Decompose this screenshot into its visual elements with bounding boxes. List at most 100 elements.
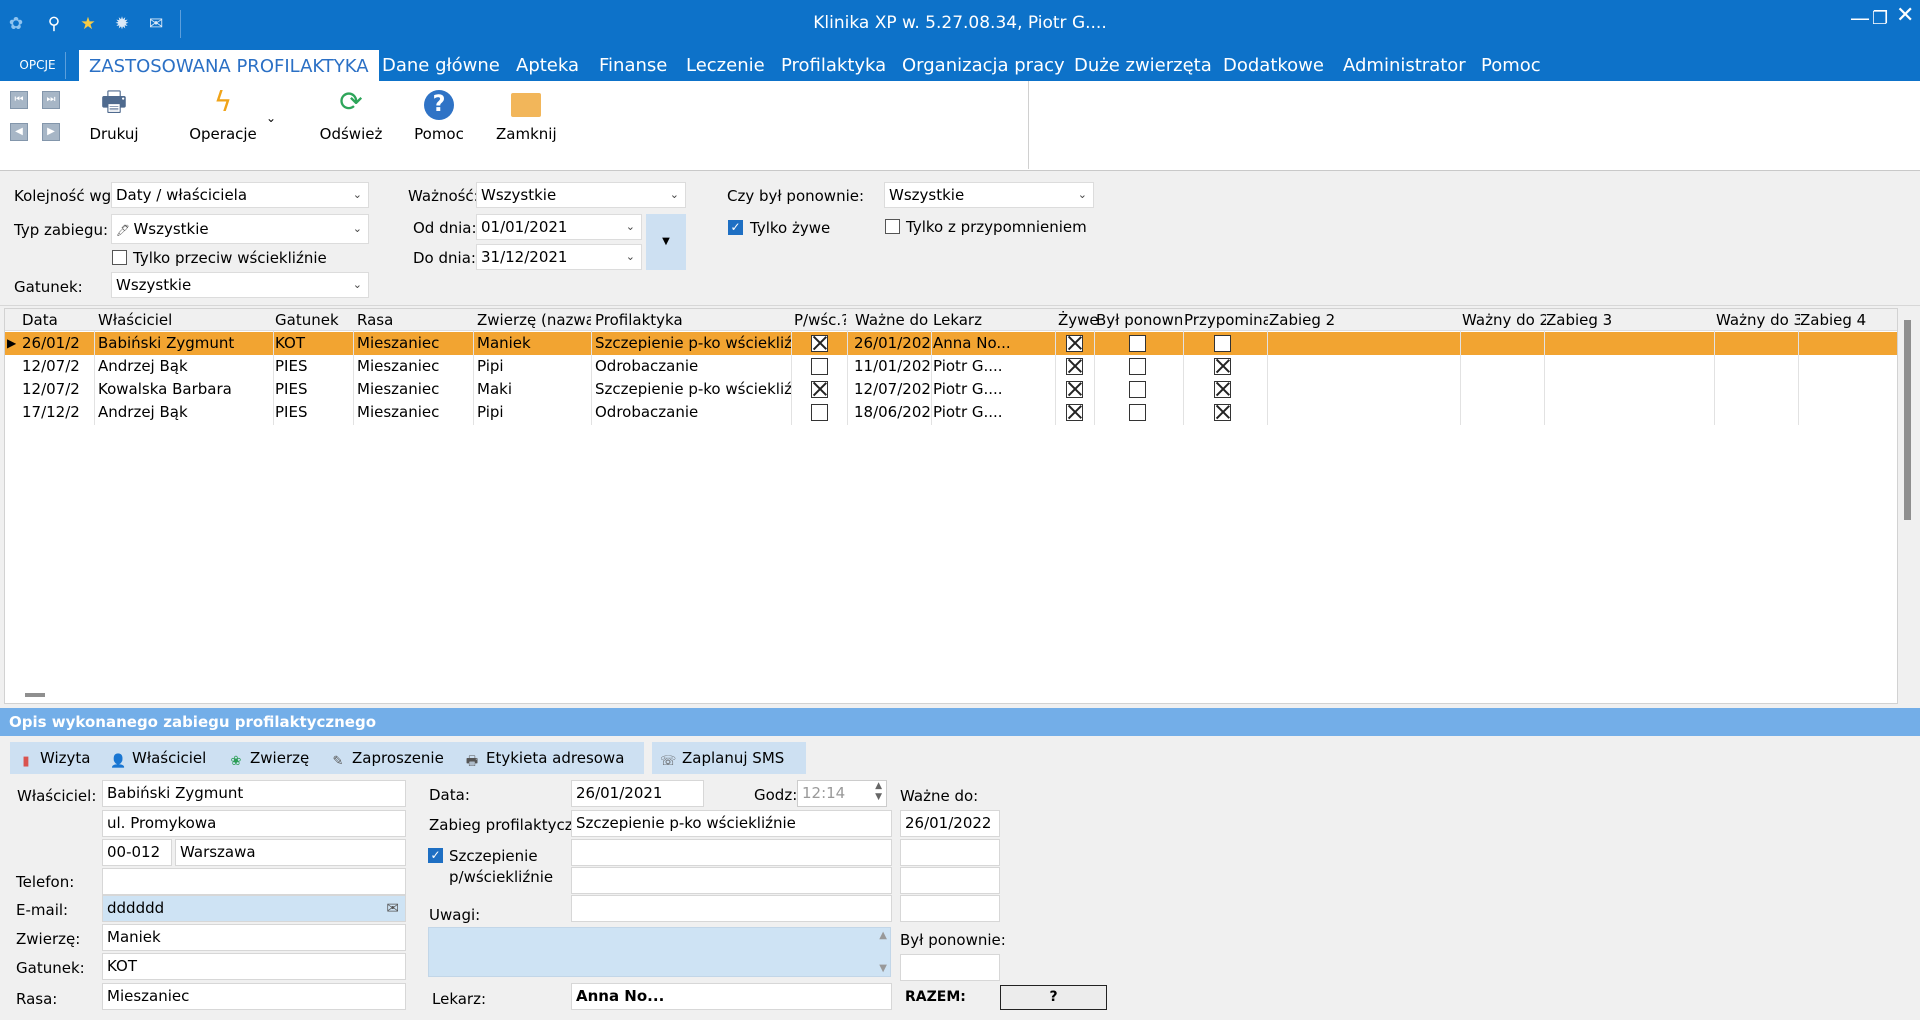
valid-until-4-field[interactable] [900, 895, 1000, 922]
menu-dodatkowe[interactable]: Dodatkowe [1223, 48, 1324, 81]
animal-field[interactable]: Maniek [102, 924, 406, 951]
menu-pomoc[interactable]: Pomoc [1481, 48, 1541, 81]
menu-duze-zwierzeta[interactable]: Duże zwierzęta [1074, 48, 1212, 81]
cell-rabies-checkbox[interactable] [811, 381, 828, 398]
email-field[interactable]: dddddd ✉ [102, 895, 406, 922]
col-remind[interactable]: Przypominać [1184, 311, 1268, 329]
next-record-icon[interactable]: ▶ [42, 123, 60, 141]
horizontal-scrollbar[interactable] [25, 693, 45, 697]
tab-wizyta[interactable]: ▮ Wizyta [18, 742, 90, 774]
type-select[interactable]: 🖊 Wszystkie ⌄ [111, 214, 369, 244]
col-date[interactable]: Data [22, 311, 78, 329]
col-procedure-2[interactable]: Zabieg 2 [1269, 311, 1419, 329]
col-rabies[interactable]: P/wśc.? [794, 311, 846, 329]
scroll-up-icon[interactable]: ▲ [879, 930, 887, 941]
envelope-icon[interactable]: ✉ [386, 896, 399, 921]
cell-again-checkbox[interactable] [1129, 358, 1146, 375]
operations-button[interactable]: ϟ Operacje [188, 81, 258, 171]
procedure-field[interactable]: Szczepienie p-ko wściekliźnie [571, 810, 892, 837]
species-select[interactable]: Wszystkie ⌄ [111, 272, 369, 298]
cell-rabies-checkbox[interactable] [811, 358, 828, 375]
cell-remind-checkbox[interactable] [1214, 358, 1231, 375]
close-icon[interactable]: ✕ [1896, 3, 1914, 28]
rabies-only-checkbox[interactable] [112, 250, 127, 265]
order-select[interactable]: Daty / właściciela ⌄ [111, 182, 369, 208]
col-prophylaxis[interactable]: Profilaktyka [595, 311, 795, 329]
table-row[interactable]: 17/12/2021 Andrzej Bąk PIES Mieszaniec Pipi O… [5, 401, 1897, 424]
zip-field[interactable]: 00-012 [102, 839, 172, 866]
date-range-dropdown[interactable]: ▼ [646, 214, 686, 270]
procedure-3-field[interactable] [571, 867, 892, 894]
maximize-icon[interactable]: ❐ [1872, 8, 1888, 29]
spinner-icon[interactable]: ▲ ▼ [875, 781, 882, 803]
last-record-icon[interactable]: ⏭ [42, 91, 60, 109]
validity-select[interactable]: Wszystkie ⌄ [476, 182, 686, 208]
previous-record-icon[interactable]: ◀ [10, 123, 28, 141]
menu-finanse[interactable]: Finanse [599, 48, 667, 81]
menu-administrator[interactable]: Administrator [1343, 48, 1466, 81]
valid-until-3-field[interactable] [900, 867, 1000, 894]
species-field[interactable]: KOT [102, 953, 406, 980]
again-field[interactable] [900, 954, 1000, 981]
menu-organizacja-pracy[interactable]: Organizacja pracy [902, 48, 1065, 81]
col-alive[interactable]: Żywe [1058, 311, 1098, 329]
valid-until-field[interactable]: 26/01/2022 [900, 810, 1000, 837]
col-valid-2[interactable]: Ważny do 2 [1462, 311, 1546, 329]
col-valid[interactable]: Ważne do [855, 311, 939, 329]
col-animal[interactable]: Zwierzę (nazwa) [477, 311, 591, 329]
minimize-icon[interactable]: — [1850, 6, 1870, 30]
date-field[interactable]: 26/01/2021 [571, 780, 704, 807]
menu-profilaktyka[interactable]: Profilaktyka [781, 48, 886, 81]
cell-again-checkbox[interactable] [1129, 404, 1146, 421]
tab-zwierze[interactable]: ❀ Zwierzę [228, 742, 310, 774]
cell-alive-checkbox[interactable] [1066, 404, 1083, 421]
phone-field[interactable] [102, 868, 406, 895]
menu-apteka[interactable]: Apteka [516, 48, 579, 81]
tab-wlasciciel[interactable]: 👤 Właściciel [110, 742, 206, 774]
city-field[interactable]: Warszawa [175, 839, 406, 866]
table-row[interactable]: 12/07/2021 Andrzej Bąk PIES Mieszaniec Pipi O… [5, 355, 1897, 378]
tab-zaproszenie[interactable]: ✎ Zaproszenie [330, 742, 444, 774]
col-valid-3[interactable]: Ważny do 3 [1716, 311, 1800, 329]
menu-leczenie[interactable]: Leczenie [686, 48, 765, 81]
cell-alive-checkbox[interactable] [1066, 381, 1083, 398]
col-procedure-3[interactable]: Zabieg 3 [1546, 311, 1696, 329]
cell-again-checkbox[interactable] [1129, 381, 1146, 398]
repeat-select[interactable]: Wszystkie ⌄ [884, 182, 1094, 208]
cell-remind-checkbox[interactable] [1214, 335, 1231, 352]
owner-field[interactable]: Babiński Zygmunt [102, 780, 406, 807]
cell-alive-checkbox[interactable] [1066, 335, 1083, 352]
doctor-field[interactable]: Anna No... [571, 983, 892, 1010]
cell-remind-checkbox[interactable] [1214, 381, 1231, 398]
reminder-only-checkbox[interactable] [885, 219, 900, 234]
cell-remind-checkbox[interactable] [1214, 404, 1231, 421]
menu-opcje[interactable]: OPCJE [10, 52, 66, 79]
table-row[interactable]: ▶ 26/01/2021 Babiński Zygmunt KOT Mieszaniec… [5, 332, 1897, 355]
notes-textarea[interactable]: ▲ ▼ [428, 927, 891, 977]
col-species[interactable]: Gatunek [275, 311, 339, 329]
to-date-input[interactable]: 31/12/2021 ⌄ [476, 244, 642, 270]
procedure-2-field[interactable] [571, 839, 892, 866]
help-button[interactable]: ? Pomoc [412, 81, 466, 171]
plan-sms-button[interactable]: ☏ Zaplanuj SMS [652, 742, 806, 774]
cell-rabies-checkbox[interactable] [811, 335, 828, 352]
cell-rabies-checkbox[interactable] [811, 404, 828, 421]
street-field[interactable]: ul. Promykowa [102, 810, 406, 837]
tab-zastosowana-profilaktyka[interactable]: ZASTOSOWANA PROFILAKTYKA [79, 50, 379, 81]
cell-again-checkbox[interactable] [1129, 335, 1146, 352]
menu-dane-glowne[interactable]: Dane główne [382, 48, 500, 81]
print-button[interactable]: 🖶 Drukuj [86, 81, 142, 171]
refresh-button[interactable]: ⟳ Odśwież [318, 81, 384, 171]
col-again[interactable]: Był ponownie [1096, 311, 1182, 329]
col-doctor[interactable]: Lekarz [933, 311, 1053, 329]
first-record-icon[interactable]: ⏮ [10, 91, 28, 109]
col-owner[interactable]: Właściciel [98, 311, 228, 329]
procedure-4-field[interactable] [571, 895, 892, 922]
vertical-scrollbar[interactable] [1904, 320, 1911, 520]
rabies-vaccination-checkbox[interactable]: ✓ [428, 848, 443, 863]
scroll-down-icon[interactable]: ▼ [879, 963, 887, 974]
valid-until-2-field[interactable] [900, 839, 1000, 866]
alive-only-checkbox[interactable]: ✓ [728, 220, 743, 235]
cell-alive-checkbox[interactable] [1066, 358, 1083, 375]
breed-field[interactable]: Mieszaniec [102, 983, 406, 1010]
